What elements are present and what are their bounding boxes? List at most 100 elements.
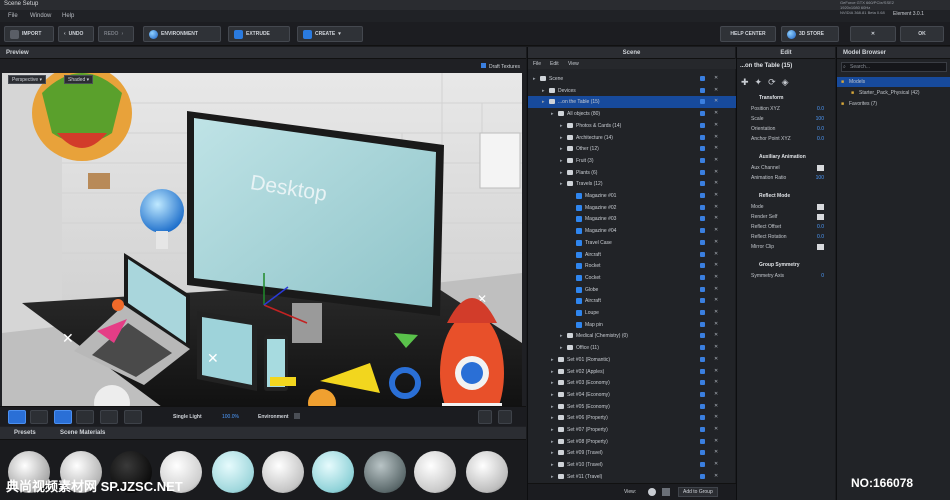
visibility-checkbox[interactable] <box>700 403 705 409</box>
edit-field-value[interactable]: 0.0 <box>817 136 824 142</box>
expand-arrow-icon[interactable]: ▸ <box>551 439 554 445</box>
expand-arrow-icon[interactable]: ▸ <box>551 111 554 117</box>
expand-arrow-icon[interactable]: ▸ <box>551 427 554 433</box>
delete-icon[interactable]: ✕ <box>714 332 718 338</box>
camera-dropdown[interactable]: Perspective ▾ <box>8 75 47 84</box>
delete-icon[interactable]: ✕ <box>714 426 718 432</box>
expand-arrow-icon[interactable]: ▸ <box>551 380 554 386</box>
delete-icon[interactable]: ✕ <box>714 98 718 104</box>
visibility-checkbox[interactable] <box>700 415 705 421</box>
delete-icon[interactable]: ✕ <box>714 87 718 93</box>
scene-tree-row[interactable]: ▸ Set #05 (Economy) ✕ <box>528 401 736 413</box>
expand-arrow-icon[interactable]: ▸ <box>560 345 563 351</box>
menu-file[interactable]: File <box>8 13 18 19</box>
delete-icon[interactable]: ✕ <box>714 180 718 186</box>
draft-textures-toggle[interactable]: Draft Textures <box>480 63 520 70</box>
visibility-checkbox[interactable] <box>700 122 705 128</box>
expand-arrow-icon[interactable]: ▸ <box>551 404 554 410</box>
ok-button[interactable]: OK <box>900 26 944 42</box>
scene-tree-row[interactable]: Magazine #04 ✕ <box>528 225 736 237</box>
scene-tree-row[interactable]: Magazine #01 ✕ <box>528 190 736 202</box>
visibility-checkbox[interactable] <box>700 438 705 444</box>
tab-scene-materials[interactable]: Scene Materials <box>60 430 105 436</box>
scale-tool-button[interactable] <box>100 410 118 424</box>
delete-icon[interactable]: ✕ <box>714 110 718 116</box>
scene-menu-file[interactable]: File <box>533 61 541 67</box>
material-swatch[interactable] <box>364 451 406 493</box>
browser-search-input[interactable]: Search... <box>841 62 947 72</box>
expand-arrow-icon[interactable]: ▸ <box>533 76 536 82</box>
scene-tree-row[interactable]: ▸ Set #04 (Economy) ✕ <box>528 389 736 401</box>
expand-arrow-icon[interactable]: ▸ <box>560 158 563 164</box>
scene-tree-row[interactable]: ▸ Set #06 (Property) ✕ <box>528 412 736 424</box>
edit-field-swatch[interactable] <box>817 165 824 171</box>
edit-field-value[interactable]: 0.0 <box>817 106 824 112</box>
scene-tree-row[interactable]: Aircraft ✕ <box>528 295 736 307</box>
move-tool-button[interactable] <box>54 410 72 424</box>
cancel-button[interactable]: ✕ <box>850 26 896 42</box>
undo-button[interactable]: ‹ UNDO <box>58 26 94 42</box>
visibility-checkbox[interactable] <box>700 380 705 386</box>
scene-tree-row[interactable]: Rocket ✕ <box>528 260 736 272</box>
3d-viewport[interactable]: ✕ ✕ ✕ Perspective ▾ Shaded ▾ Desktop <box>2 73 522 453</box>
expand-arrow-icon[interactable]: ▸ <box>551 415 554 421</box>
visibility-checkbox[interactable] <box>700 310 705 315</box>
scene-tree-row[interactable]: ▸ Travels (12) ✕ <box>528 178 736 190</box>
scene-tree-row[interactable]: ▸ All objects (80) ✕ <box>528 108 736 120</box>
scene-tree-row[interactable]: Cocket ✕ <box>528 272 736 284</box>
delete-icon[interactable]: ✕ <box>714 227 718 233</box>
edit-tool-icons[interactable]: ✚✦⟳◈ <box>741 77 795 88</box>
edit-field-value[interactable]: 100 <box>816 116 824 122</box>
delete-icon[interactable]: ✕ <box>714 134 718 140</box>
scene-tree-row[interactable]: ▸ Fruit (3) ✕ <box>528 155 736 167</box>
scene-tree-row[interactable]: ▸ Devices ✕ <box>528 85 736 97</box>
visibility-checkbox[interactable] <box>700 239 705 245</box>
visibility-checkbox[interactable] <box>700 473 705 479</box>
visibility-checkbox[interactable] <box>700 286 705 292</box>
expand-arrow-icon[interactable]: ▸ <box>542 99 545 105</box>
delete-icon[interactable]: ✕ <box>714 297 718 303</box>
delete-icon[interactable]: ✕ <box>714 473 718 479</box>
sphere-view-button[interactable] <box>478 410 492 424</box>
browser-tree-item[interactable]: ■ Favorites (7) <box>837 99 950 109</box>
scene-tree-row[interactable]: ▸ Set #09 (Travel) ✕ <box>528 447 736 459</box>
visibility-checkbox[interactable] <box>700 298 705 304</box>
snap-tool-button[interactable] <box>124 410 142 424</box>
expand-arrow-icon[interactable]: ▸ <box>551 474 554 480</box>
delete-icon[interactable]: ✕ <box>714 75 718 81</box>
visibility-checkbox[interactable] <box>700 204 705 210</box>
visibility-checkbox[interactable] <box>700 391 705 397</box>
material-swatch[interactable] <box>212 451 254 493</box>
scene-tree-row[interactable]: ▸ Set #03 (Economy) ✕ <box>528 377 736 389</box>
scene-menu-view[interactable]: View <box>568 61 579 67</box>
scene-tree-row[interactable]: ▸ Set #10 (Travel) ✕ <box>528 459 736 471</box>
visibility-checkbox[interactable] <box>700 216 705 222</box>
delete-icon[interactable]: ✕ <box>714 449 718 455</box>
menu-window[interactable]: Window <box>30 13 51 19</box>
browser-tree-item[interactable]: ■ Starter_Pack_Physical (42) <box>837 88 950 98</box>
scene-tree-row[interactable]: ▸ Set #07 (Property) ✕ <box>528 424 736 436</box>
visibility-checkbox[interactable] <box>700 251 705 257</box>
visibility-checkbox[interactable] <box>700 193 705 198</box>
edit-field-swatch[interactable] <box>817 214 824 220</box>
delete-icon[interactable]: ✕ <box>714 461 718 467</box>
edit-field-value[interactable]: 0 <box>821 273 824 279</box>
monitor-view-button[interactable] <box>498 410 512 424</box>
visibility-checkbox[interactable] <box>700 274 705 280</box>
visibility-checkbox[interactable] <box>700 450 705 456</box>
visibility-checkbox[interactable] <box>700 157 705 163</box>
visibility-checkbox[interactable] <box>700 263 705 269</box>
scene-tree-row[interactable]: ▸ Scene ✕ <box>528 73 736 85</box>
select-tool-button[interactable] <box>30 410 48 424</box>
redo-button[interactable]: REDO › <box>98 26 134 42</box>
delete-icon[interactable]: ✕ <box>714 321 718 327</box>
edit-field-value[interactable]: 100 <box>816 175 824 181</box>
scene-tree-row[interactable]: Magazine #02 ✕ <box>528 202 736 214</box>
scene-tree-row[interactable]: Aircraft ✕ <box>528 249 736 261</box>
visibility-checkbox[interactable] <box>700 181 705 187</box>
visibility-checkbox[interactable] <box>700 111 705 117</box>
delete-icon[interactable]: ✕ <box>714 414 718 420</box>
delete-icon[interactable]: ✕ <box>714 438 718 444</box>
environment-checkbox[interactable] <box>294 413 300 419</box>
visibility-checkbox[interactable] <box>700 76 705 81</box>
